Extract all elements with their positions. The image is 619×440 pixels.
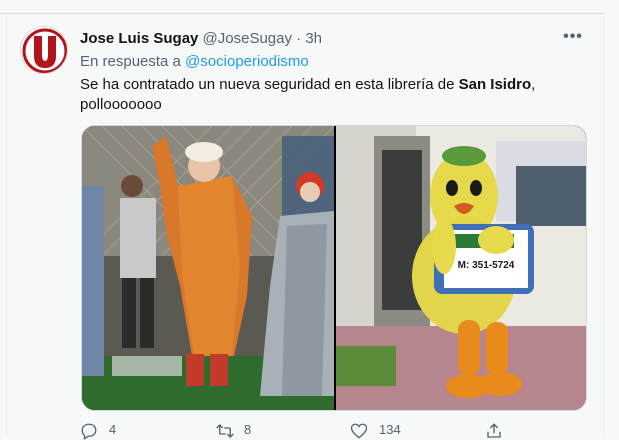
reply-prefix: En respuesta a bbox=[80, 53, 181, 70]
tweet-actions: 4 8 134 bbox=[80, 420, 540, 440]
share-icon bbox=[487, 423, 501, 438]
previous-tweet-edge bbox=[0, 0, 604, 14]
retweet-icon bbox=[216, 424, 234, 438]
tweet-screen: Jose Luis Sugay @JoseSugay · 3h ••• En r… bbox=[0, 0, 619, 440]
tweet-text: Se ha contratado un nueva seguridad en e… bbox=[80, 75, 580, 115]
tweet-text-location[interactable]: San Isidro bbox=[459, 76, 532, 93]
tweet-text-part2: , bbox=[531, 76, 536, 93]
reply-icon bbox=[81, 423, 97, 440]
photo-yellow-mascot: M: 351-5724 bbox=[336, 126, 586, 410]
tweet[interactable]: Jose Luis Sugay @JoseSugay · 3h ••• En r… bbox=[6, 16, 604, 440]
tweet-text-line2: pollooooooo bbox=[80, 96, 162, 113]
tweet-text-part1: Se ha contratado un nueva seguridad en e… bbox=[80, 76, 459, 93]
reply-to-link[interactable]: @socioperiodismo bbox=[185, 53, 309, 70]
mascot-sign-text: M: 351-5724 bbox=[458, 260, 515, 271]
like-count: 134 bbox=[379, 422, 401, 437]
timestamp[interactable]: 3h bbox=[305, 30, 322, 47]
photo-costume-crowd bbox=[82, 126, 335, 410]
reply-context: En respuesta a @socioperiodismo bbox=[80, 52, 309, 72]
avatar[interactable] bbox=[20, 26, 68, 74]
like-icon bbox=[350, 423, 368, 439]
separator-dot: · bbox=[296, 30, 302, 47]
media-photo-right[interactable]: M: 351-5724 bbox=[336, 126, 586, 410]
avatar-logo-icon bbox=[22, 28, 67, 73]
display-name[interactable]: Jose Luis Sugay bbox=[80, 30, 198, 47]
user-handle[interactable]: @JoseSugay bbox=[203, 30, 292, 47]
media-photo-left[interactable] bbox=[82, 126, 335, 410]
tweet-header: Jose Luis Sugay @JoseSugay · 3h bbox=[80, 29, 322, 49]
more-icon[interactable]: ••• bbox=[561, 28, 585, 48]
tweet-media: M: 351-5724 bbox=[81, 125, 587, 411]
retweet-count: 8 bbox=[244, 422, 252, 437]
reply-count: 4 bbox=[109, 422, 117, 437]
